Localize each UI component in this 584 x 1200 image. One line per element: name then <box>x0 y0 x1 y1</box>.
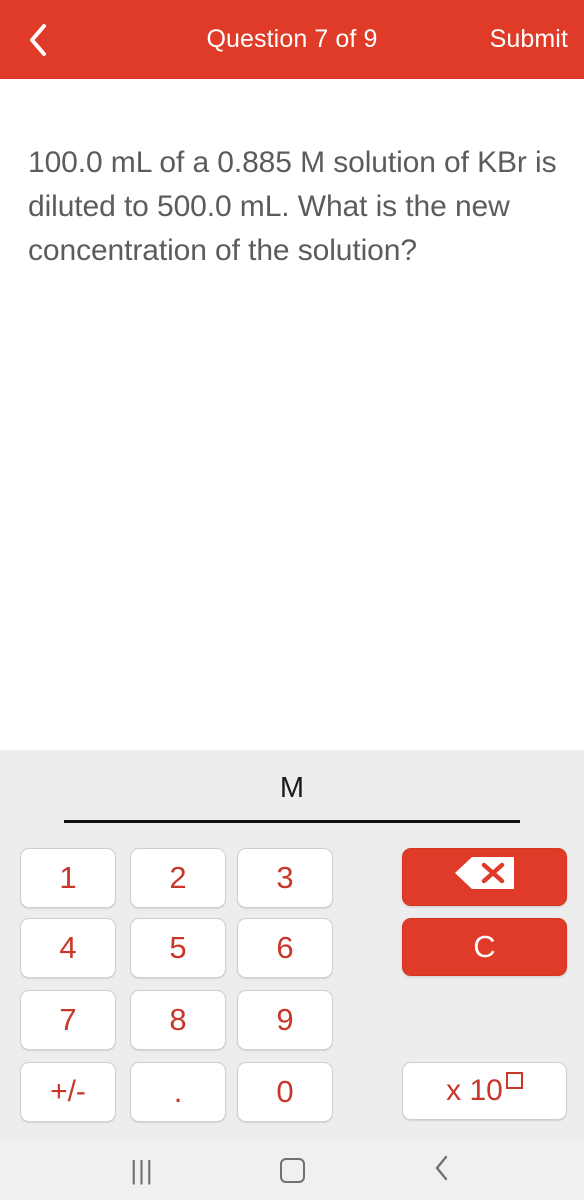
home-icon <box>279 1157 305 1183</box>
sci-exponent-box <box>505 1071 523 1089</box>
key-7[interactable]: 7 <box>20 990 116 1050</box>
answer-input-underline[interactable] <box>64 820 520 823</box>
nav-back-button[interactable] <box>397 1140 487 1200</box>
key-8[interactable]: 8 <box>130 990 226 1050</box>
nav-home-button[interactable] <box>247 1140 337 1200</box>
key-9[interactable]: 9 <box>237 990 333 1050</box>
key-0[interactable]: 0 <box>237 1062 333 1122</box>
app-header: Question 7 of 9 Submit <box>0 0 584 79</box>
key-4[interactable]: 4 <box>20 918 116 978</box>
key-plus-minus[interactable]: +/- <box>20 1062 116 1122</box>
question-text: 100.0 mL of a 0.885 M solution of KBr is… <box>28 146 557 267</box>
key-6[interactable]: 6 <box>237 918 333 978</box>
backspace-button[interactable] <box>402 848 567 906</box>
answer-keypad-panel: M 1 2 3 4 5 6 7 8 9 +/- . 0 C x 10 <box>0 750 584 1140</box>
question-body: 100.0 mL of a 0.885 M solution of KBr is… <box>0 79 584 750</box>
submit-button[interactable]: Submit <box>490 0 568 79</box>
question-screen: Question 7 of 9 Submit 100.0 mL of a 0.8… <box>0 0 584 1200</box>
scientific-notation-button[interactable]: x 10 <box>402 1062 567 1120</box>
android-navigation-bar: ||| <box>0 1140 584 1200</box>
nav-recents-button[interactable]: ||| <box>97 1140 187 1200</box>
key-decimal-point[interactable]: . <box>130 1062 226 1122</box>
sci-prefix-label: x 10 <box>446 1074 503 1107</box>
nav-back-icon <box>433 1154 451 1187</box>
key-2[interactable]: 2 <box>130 848 226 908</box>
clear-button[interactable]: C <box>402 918 567 976</box>
key-5[interactable]: 5 <box>130 918 226 978</box>
key-1[interactable]: 1 <box>20 848 116 908</box>
backspace-delete-icon <box>454 856 516 898</box>
key-3[interactable]: 3 <box>237 848 333 908</box>
answer-unit-label: M <box>279 772 305 804</box>
recents-icon: ||| <box>130 1155 154 1185</box>
